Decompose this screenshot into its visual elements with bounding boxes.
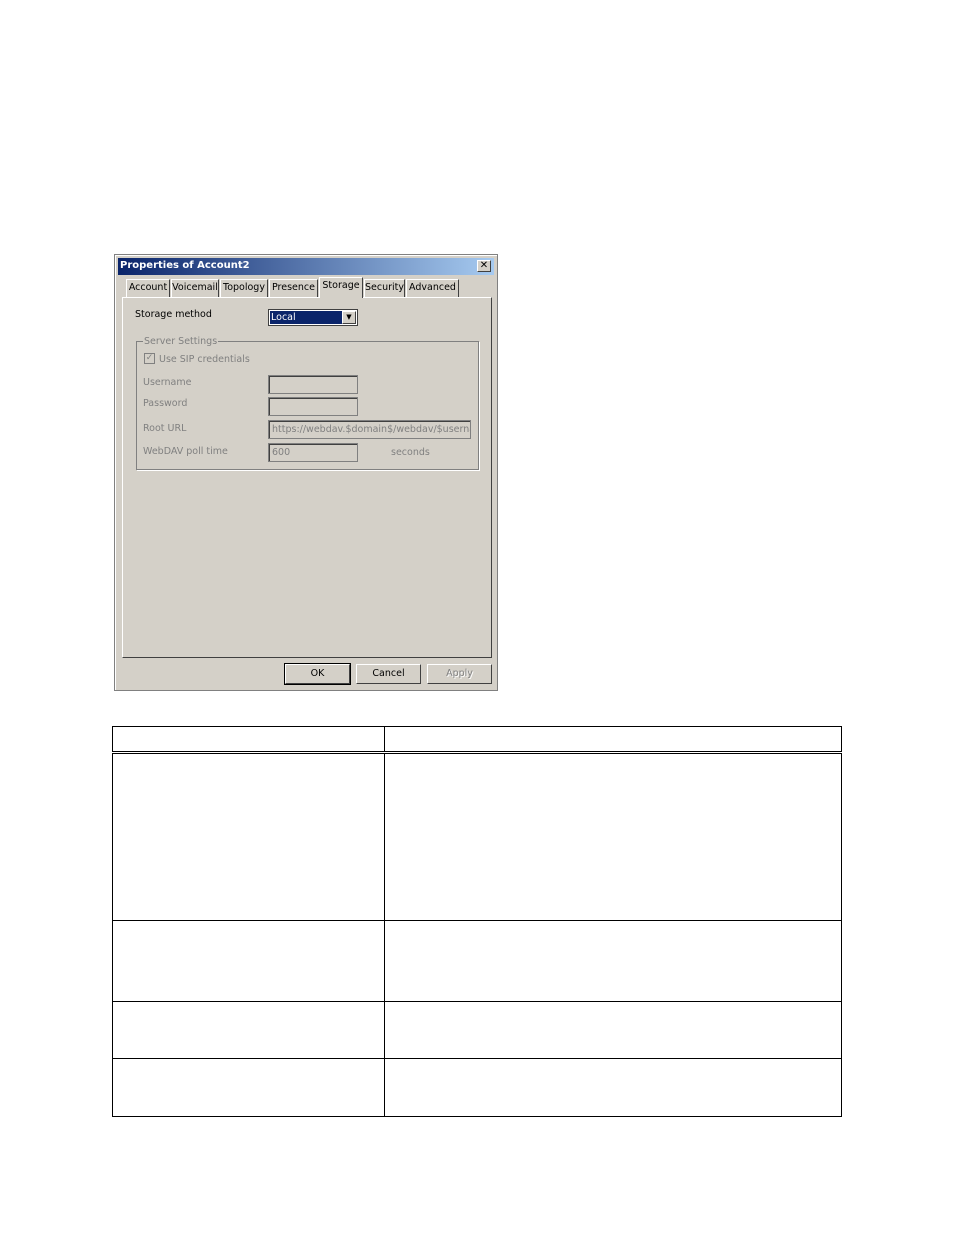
table-cell [384,752,842,921]
password-field[interactable] [268,397,358,416]
webdav-poll-time-label: WebDAV poll time [143,446,228,457]
tab-security[interactable]: Security [364,279,405,297]
table-cell [384,1058,842,1117]
password-label: Password [143,398,188,409]
table-cell [112,752,385,921]
tab-advanced[interactable]: Advanced [406,279,459,297]
apply-button[interactable]: Apply [427,664,492,684]
close-button[interactable]: ✕ [477,260,491,272]
table-cell [384,919,842,1002]
storage-method-select[interactable]: Local ▼ [268,309,358,326]
ok-button[interactable]: OK [284,663,351,685]
chevron-down-icon[interactable]: ▼ [342,311,356,324]
table-row [112,752,842,921]
check-icon: ✓ [145,353,154,363]
tab-voicemail-label: Voicemail [172,282,218,293]
tab-storage-label: Storage [322,280,360,291]
root-url-field[interactable]: https://webdav.$domain$/webdav/$username [268,420,471,439]
table-cell [112,1000,385,1060]
tab-presence-label: Presence [272,282,315,293]
dialog-title: Properties of Account2 [120,260,250,271]
root-url-label: Root URL [143,423,187,434]
use-sip-credentials-checkbox[interactable]: ✓ [144,353,155,364]
tab-presence[interactable]: Presence [269,279,318,297]
username-label: Username [143,377,192,388]
table-cell [112,919,385,1002]
tab-account-label: Account [128,282,168,293]
cancel-button[interactable]: Cancel [356,664,421,684]
tab-topology-label: Topology [223,282,265,293]
table-row [112,919,842,1002]
table-row [112,1000,842,1060]
tab-storage[interactable]: Storage [319,277,363,298]
tab-account[interactable]: Account [126,279,170,297]
username-field[interactable] [268,375,358,394]
tab-security-label: Security [365,282,405,293]
properties-dialog: Properties of Account2 ✕ Account Voicema… [114,254,498,691]
close-icon: ✕ [479,260,489,271]
poll-time-unit: seconds [391,447,430,458]
tab-topology[interactable]: Topology [220,279,268,297]
table-header-cell [384,725,842,755]
webdav-poll-time-field[interactable]: 600 [268,443,358,462]
tab-advanced-label: Advanced [409,282,456,293]
storage-method-value: Local [270,311,343,324]
table-row [112,1058,842,1117]
table-cell [112,1058,385,1117]
dialog-title-bar[interactable]: Properties of Account2 ✕ [118,258,494,275]
storage-method-label: Storage method [135,309,212,320]
table-header-row [112,725,842,755]
server-settings-title: Server Settings [143,336,219,347]
use-sip-credentials-label: Use SIP credentials [159,354,250,365]
table-cell [384,1000,842,1060]
tab-voicemail[interactable]: Voicemail [171,279,219,297]
document-table [112,725,842,1117]
table-header-cell [112,725,385,755]
